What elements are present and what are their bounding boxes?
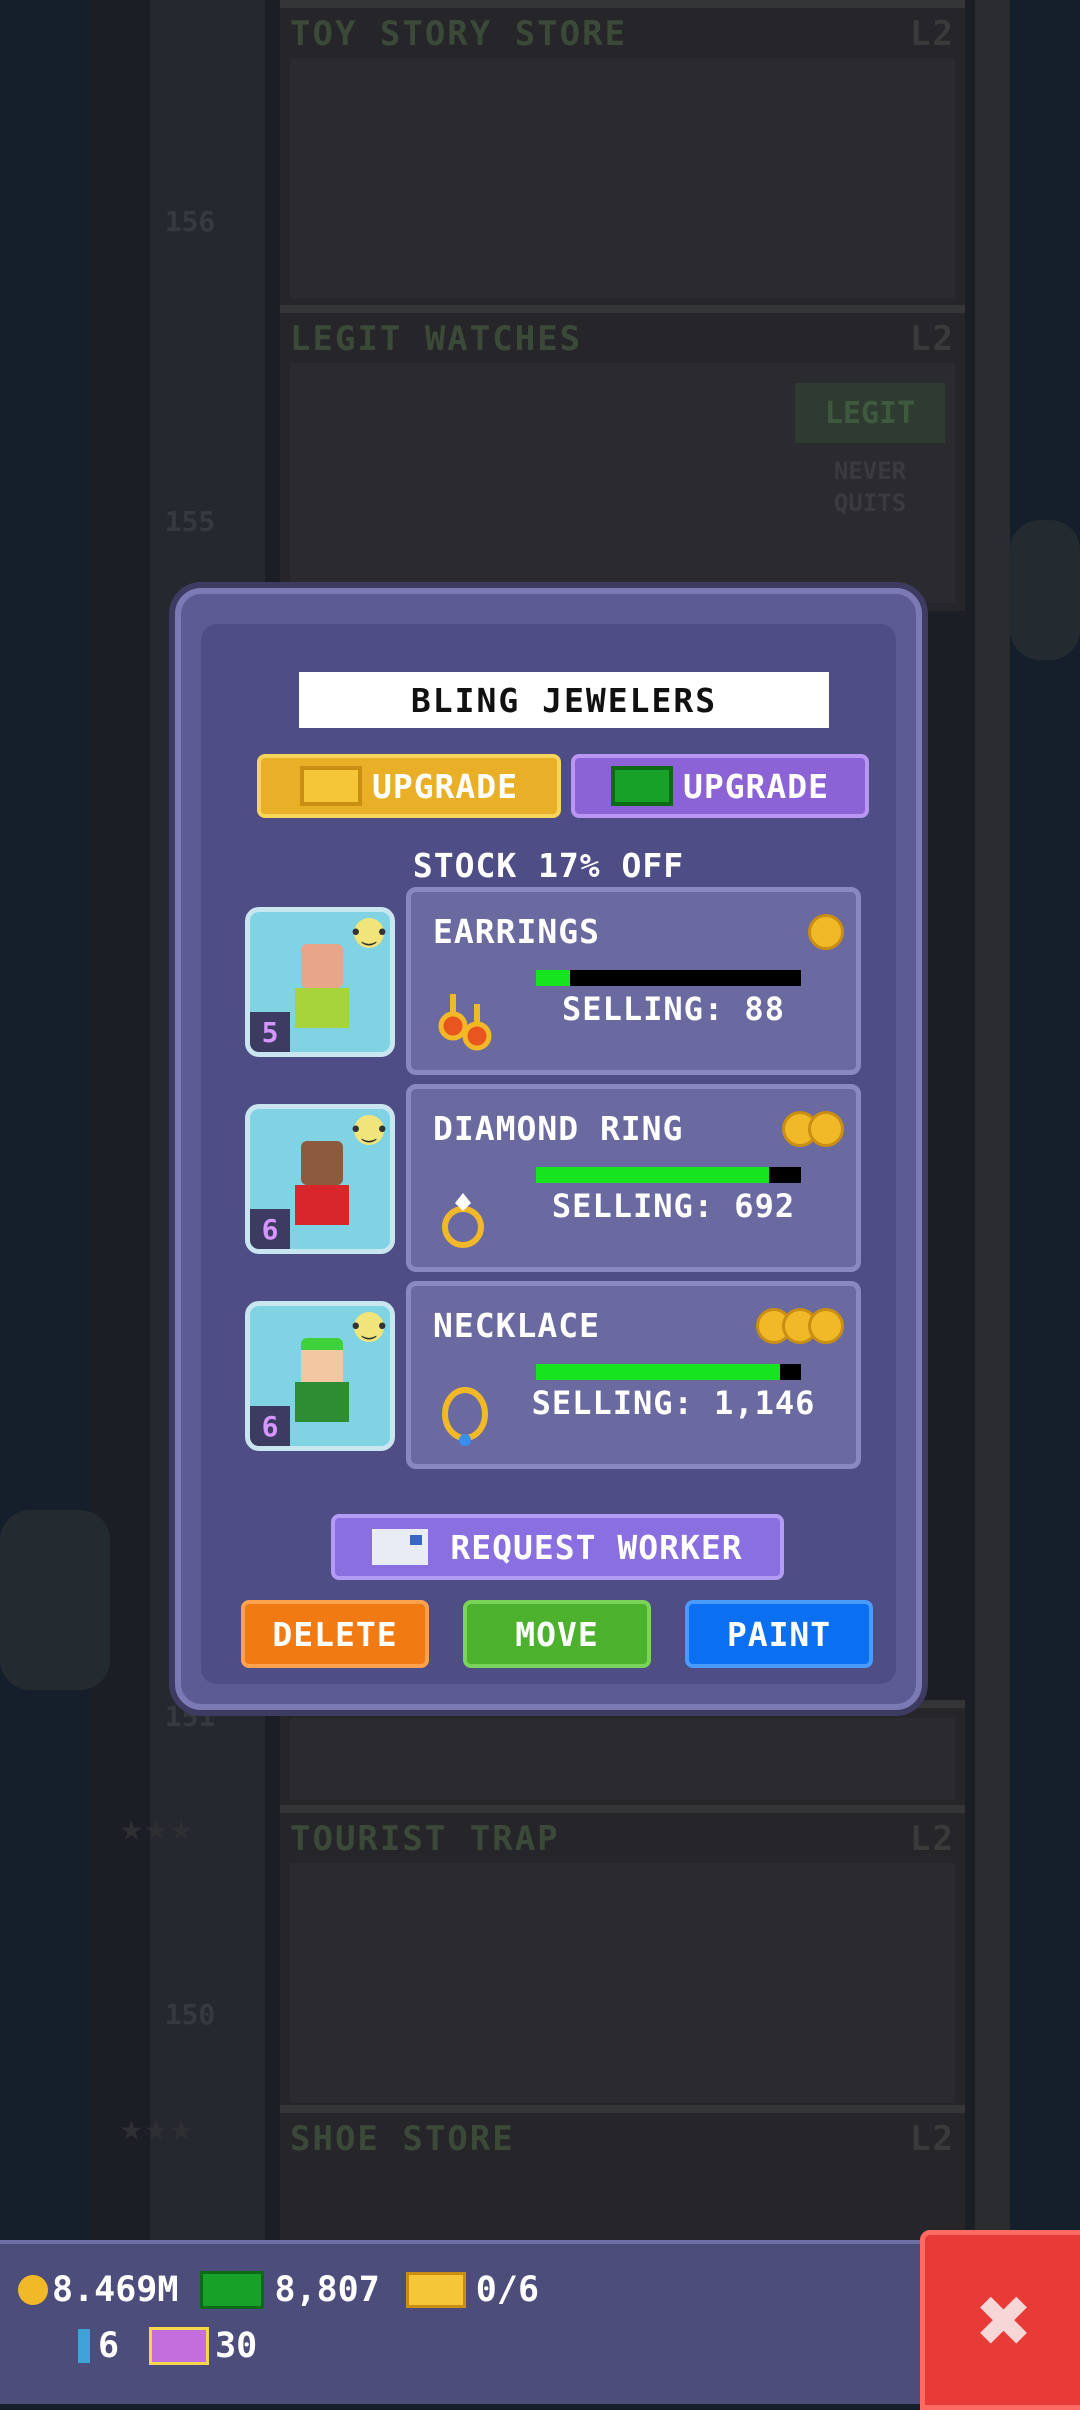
delete-button[interactable]: DELETE	[241, 1600, 429, 1668]
gold-ticket-icon	[405, 2272, 466, 2308]
item-name: EARRINGS	[433, 912, 600, 951]
floor-number: 156	[164, 205, 216, 238]
legit-sign: LEGIT	[795, 383, 945, 443]
stock-bar-fill	[536, 1167, 770, 1183]
floor-room	[290, 58, 955, 298]
stock-bar-fill	[536, 1364, 780, 1380]
floor-number: 155	[164, 505, 216, 538]
floor-name: LEGIT WATCHES	[290, 319, 583, 359]
worker-level: 5	[250, 1012, 290, 1052]
worker-avatar	[295, 1141, 349, 1231]
upgrade-coins-button[interactable]: UPGRADE	[257, 754, 561, 818]
stock-bar-fill	[536, 970, 571, 986]
floor-room	[290, 1718, 955, 1800]
worker-avatar	[295, 1338, 349, 1428]
floor-room	[290, 1863, 955, 2103]
floor-name: TOURIST TRAP	[290, 1819, 560, 1859]
items-row: 6 30	[78, 2326, 257, 2366]
earrings-icon	[433, 990, 497, 1054]
selling-count: SELLING: 692	[551, 1187, 796, 1225]
request-worker-label: REQUEST WORKER	[450, 1527, 743, 1567]
neutral-face-icon: •‿•	[349, 1115, 389, 1145]
envelope-icon	[372, 1529, 429, 1565]
selling-count: SELLING: 1,146	[531, 1384, 816, 1422]
coin-tier-icon	[782, 1111, 844, 1147]
move-button[interactable]: MOVE	[463, 1600, 651, 1668]
worker-portrait[interactable]: •‿• 5	[245, 907, 395, 1057]
stock-slot-necklace[interactable]: NECKLACE SELLING: 1,146	[406, 1281, 861, 1469]
stars-rating: ★★★	[120, 1805, 195, 1849]
selling-count: SELLING: 88	[562, 990, 785, 1028]
item-name: DIAMOND RING	[433, 1109, 684, 1148]
cloud	[1010, 520, 1080, 660]
floor-number: 150	[164, 1998, 216, 2031]
request-worker-button[interactable]: REQUEST WORKER	[331, 1514, 784, 1580]
key-icon	[78, 2329, 90, 2363]
upgrade-bux-button[interactable]: UPGRADE	[571, 754, 869, 818]
stock-slot-earrings[interactable]: EARRINGS SELLING: 88	[406, 887, 861, 1075]
currency-row: 8.469M 8,807 0/6	[18, 2270, 539, 2310]
floor-tourist-trap[interactable]: TOURIST TRAP L2	[280, 1805, 965, 2111]
worker-level: 6	[250, 1209, 290, 1249]
stock-discount: STOCK 17% OFF	[412, 846, 685, 885]
keys-count: 6	[98, 2326, 120, 2366]
coin-tier-icon	[756, 1308, 844, 1344]
neutral-face-icon: •‿•	[349, 918, 389, 948]
store-modal: BLING JEWELERS UPGRADE UPGRADE STOCK 17%…	[175, 588, 922, 1710]
coin-tier-icon	[808, 914, 844, 950]
coins-amount: 8.469M	[52, 2270, 179, 2310]
necklace-icon	[433, 1384, 497, 1448]
floor-name-bar: LEGIT WATCHES L2	[290, 319, 955, 359]
vip-count: 30	[215, 2326, 258, 2366]
tower-rail	[975, 0, 1010, 2240]
stock-slot-diamond-ring[interactable]: DIAMOND RING SELLING: 692	[406, 1084, 861, 1272]
floor-toy-story-store[interactable]: TOY STORY STORE L2	[280, 0, 965, 306]
worker-avatar	[295, 944, 349, 1034]
tower-bux-icon	[200, 2271, 265, 2309]
worker-portrait[interactable]: •‿• 6	[245, 1104, 395, 1254]
worker-portrait[interactable]: •‿• 6	[245, 1301, 395, 1451]
neutral-face-icon: •‿•	[349, 1312, 389, 1342]
item-name: NECKLACE	[433, 1306, 600, 1345]
stock-bar	[536, 1364, 801, 1380]
upgrade-bux-label: UPGRADE	[682, 766, 830, 806]
vip-icon	[149, 2327, 210, 2365]
close-button[interactable]: ✖	[920, 2230, 1080, 2410]
bux-amount: 8,807	[274, 2270, 380, 2310]
bottom-hud: 8.469M 8,807 0/6 6 30	[0, 2240, 1080, 2404]
floor-shoe-store[interactable]: SHOE STORE L2	[280, 2105, 965, 2248]
floor-name-bar: TOY STORY STORE L2	[290, 14, 955, 54]
floor-partial[interactable]	[280, 1700, 965, 1808]
floor-level: L2	[910, 14, 955, 54]
diamond-ring-icon	[433, 1187, 497, 1251]
floor-level: L2	[910, 319, 955, 359]
paint-button[interactable]: PAINT	[685, 1600, 873, 1668]
floor-level: L2	[910, 2119, 955, 2159]
close-icon: ✖	[977, 2266, 1033, 2374]
floor-level: L2	[910, 1819, 955, 1859]
legit-slogan: NEVER QUITS	[833, 457, 907, 517]
store-modal-panel: BLING JEWELERS UPGRADE UPGRADE STOCK 17%…	[201, 624, 896, 1684]
store-title[interactable]: BLING JEWELERS	[299, 672, 829, 728]
tower-bux-icon	[610, 766, 673, 806]
upgrade-coins-label: UPGRADE	[371, 766, 519, 806]
stars-rating: ★★★	[120, 2105, 195, 2149]
stock-bar	[536, 1167, 801, 1183]
cloud	[0, 1510, 110, 1690]
floor-room: LEGIT NEVER QUITS	[290, 363, 955, 603]
floor-legit-watches[interactable]: LEGIT WATCHES L2 LEGIT NEVER QUITS	[280, 305, 965, 611]
gold-ticket-icon	[299, 766, 362, 806]
coin-icon	[18, 2275, 48, 2305]
worker-level: 6	[250, 1406, 290, 1446]
floor-name: SHOE STORE	[290, 2119, 515, 2159]
gold-tickets-count: 0/6	[475, 2270, 540, 2310]
floor-name-bar: SHOE STORE L2	[290, 2119, 955, 2159]
floor-name-bar: TOURIST TRAP L2	[290, 1819, 955, 1859]
floor-name: TOY STORY STORE	[290, 14, 628, 54]
stock-bar	[536, 970, 801, 986]
